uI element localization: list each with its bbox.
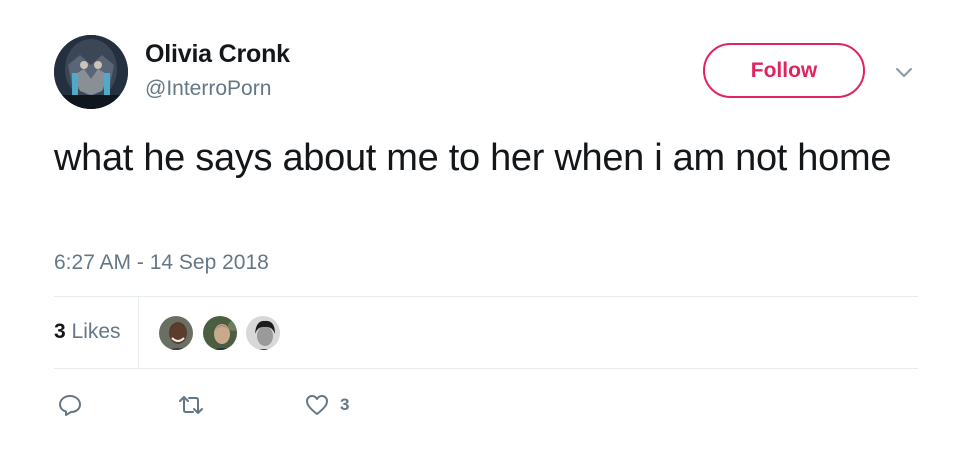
liker-avatar-1[interactable] — [157, 314, 195, 352]
author-name[interactable]: Olivia Cronk — [145, 40, 290, 69]
stats-vertical-divider — [138, 296, 139, 368]
avatar-image — [54, 35, 128, 109]
liker-avatar-image — [159, 316, 193, 350]
retweet-icon — [179, 396, 203, 414]
retweet-button[interactable] — [176, 392, 206, 418]
stats-divider-bottom — [54, 368, 918, 369]
like-button[interactable]: 3 — [304, 392, 349, 418]
tweet-text: what he says about me to her when i am n… — [54, 137, 892, 179]
stats-divider-top — [54, 296, 918, 297]
author-avatar[interactable] — [54, 35, 128, 109]
likes-label: Likes — [71, 320, 121, 343]
liker-avatar-2[interactable] — [201, 314, 239, 352]
heart-icon — [306, 395, 328, 415]
likes-count[interactable]: 3 Likes — [54, 320, 121, 344]
liker-avatar-image — [246, 316, 280, 350]
follow-button[interactable]: Follow — [703, 43, 865, 98]
liker-avatar-image — [203, 316, 237, 350]
more-options-caret[interactable] — [891, 62, 917, 82]
reply-button[interactable] — [57, 392, 83, 418]
tweet-timestamp[interactable]: 6:27 AM - 14 Sep 2018 — [54, 251, 269, 275]
like-count: 3 — [340, 395, 350, 414]
reply-icon — [59, 395, 81, 416]
author-handle[interactable]: @InterroPorn — [145, 77, 271, 101]
chevron-down-icon — [896, 68, 912, 77]
liker-avatar-3[interactable] — [244, 314, 282, 352]
likes-number: 3 — [54, 320, 66, 343]
